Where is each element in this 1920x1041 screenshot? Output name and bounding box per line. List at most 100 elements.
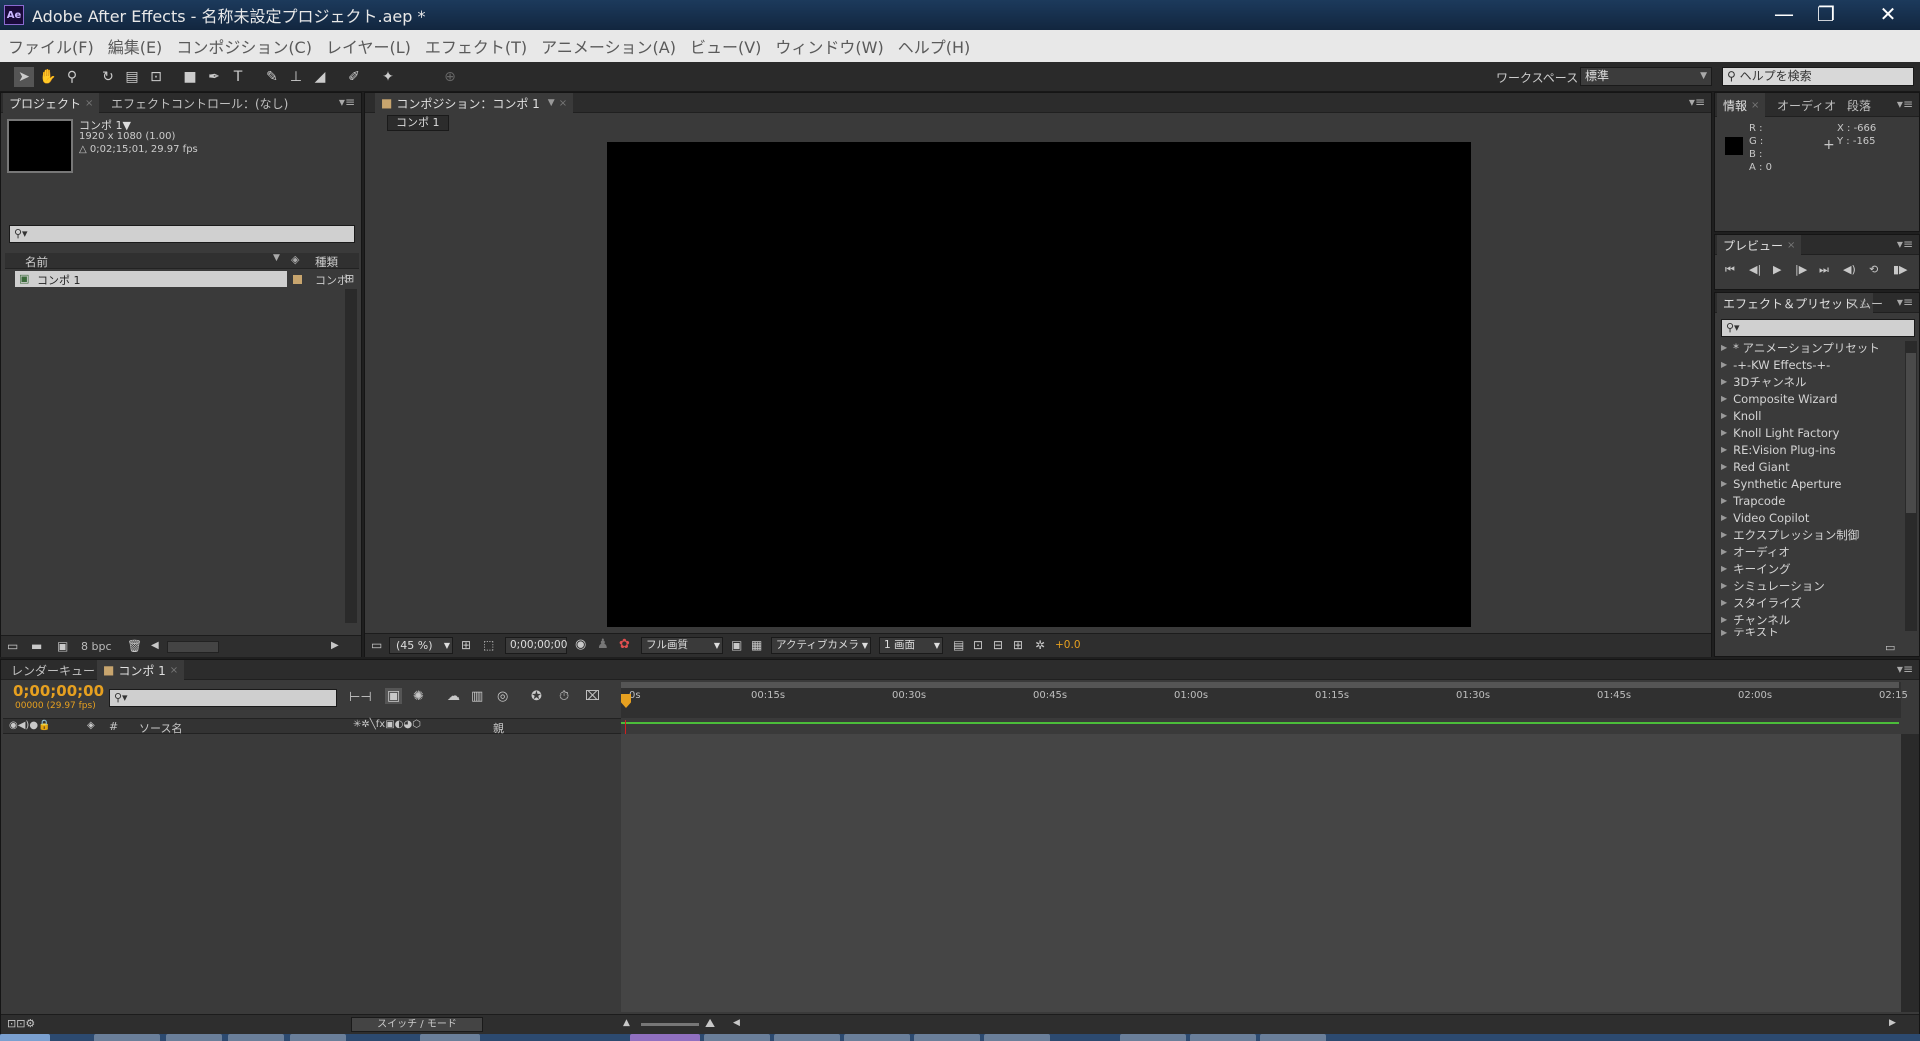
taskbar-app[interactable] [914,1034,980,1041]
expand-triangle-icon[interactable]: ▶ [1721,411,1727,420]
taskbar-app[interactable] [166,1034,222,1041]
eraser-tool-icon[interactable]: ◢ [310,67,330,87]
layer-list-area[interactable] [3,734,621,1012]
taskbar-app[interactable] [228,1034,284,1041]
new-composition-icon[interactable]: ▣ [57,639,68,653]
list-item[interactable]: ▶ チャンネル [1721,611,1790,628]
timeline-track-area[interactable] [621,734,1901,1012]
expand-triangle-icon[interactable]: ▶ [1721,445,1727,454]
list-item[interactable]: ▶ Synthetic Aperture [1721,475,1841,492]
taskbar-app[interactable] [704,1034,770,1041]
list-item[interactable]: ▶ RE:Vision Plug-ins [1721,441,1836,458]
resolution-select[interactable]: フル画質 ▼ [641,637,723,654]
column-type[interactable]: 種類 [315,254,338,270]
list-item[interactable]: ▶ Knoll Light Factory [1721,424,1839,441]
pan-behind-tool-icon[interactable]: ⊡ [146,67,166,87]
next-frame-icon[interactable]: |▶ [1795,263,1807,276]
ram-preview-icon[interactable]: ▮▶ [1893,263,1908,276]
list-item[interactable]: ▶ Trapcode [1721,492,1785,509]
list-item[interactable]: ▶ 3Dチャンネル [1721,373,1806,390]
taskbar-app[interactable] [844,1034,910,1041]
menu-file[interactable]: ファイル(F) [8,34,94,58]
expand-triangle-icon[interactable]: ▶ [1721,598,1727,607]
show-snapshot-icon[interactable]: ♟ [597,637,609,652]
transparency-grid-icon[interactable]: ▦ [751,638,762,652]
first-frame-icon[interactable]: ⏮ [1725,263,1735,277]
motion-blur-icon[interactable]: ◎ [497,689,508,704]
effects-search-input[interactable]: ⚲▾ [1721,319,1915,337]
rectangle-tool-icon[interactable]: ■ [180,67,200,87]
menu-view[interactable]: ビュー(V) [690,34,761,58]
close-icon[interactable]: × [85,98,93,109]
grid-toggle-icon[interactable]: ⊞ [461,638,471,652]
hand-tool-icon[interactable]: ✋ [38,67,58,87]
tab-info[interactable]: 情報 × [1717,93,1766,117]
expand-triangle-icon[interactable]: ▶ [1721,377,1727,386]
menu-help[interactable]: ヘルプ(H) [898,34,971,58]
panel-menu-icon[interactable]: ▾≡ [1897,295,1913,309]
expand-triangle-icon[interactable]: ▶ [1721,343,1727,352]
expand-triangle-icon[interactable]: ▶ [1721,513,1727,522]
frame-blending-icon[interactable]: ▥ [471,689,483,704]
list-item[interactable]: ▶ オーディオ [1721,543,1790,560]
zoom-select[interactable]: (45 %) ▼ [389,637,453,654]
switch-mode-toggle[interactable]: スイッチ / モード [351,1017,483,1032]
panel-menu-icon[interactable]: ▾≡ [1897,237,1913,251]
trash-icon[interactable]: 🗑 [127,639,142,653]
camera-tool-icon[interactable]: ▤ [122,67,142,87]
tab-smoother[interactable]: スムー [1841,293,1889,313]
tab-project[interactable]: プロジェクト × [3,93,100,113]
menu-edit[interactable]: 編集(E) [108,34,163,58]
panel-menu-icon[interactable]: ▾≡ [1897,662,1913,676]
new-folder-icon[interactable]: ▭ [1885,641,1895,654]
color-channels-icon[interactable]: ✿ [619,637,630,652]
taskbar-app[interactable] [290,1034,346,1041]
bpc-toggle[interactable]: 8 bpc [81,640,112,653]
panel-menu-icon[interactable]: ▾≡ [339,95,355,109]
timeline-current-time[interactable]: 0;00;00;00 [13,682,104,700]
list-item[interactable]: ▶ シミュレーション [1721,577,1825,594]
type-tool-icon[interactable]: T [228,67,248,87]
toggle-pixel-aspect-icon[interactable]: ▤ [953,638,964,652]
always-preview-icon[interactable]: ▭ [371,638,382,652]
zoom-tool-icon[interactable]: ⚲ [62,67,82,87]
layer-switches-toggle-icon[interactable]: ⊡⊡⚙ [7,1017,35,1030]
taskbar-app[interactable] [420,1034,480,1041]
chevron-down-icon[interactable]: ▼ [548,98,555,108]
taskbar-app[interactable] [1260,1034,1326,1041]
close-icon[interactable]: × [559,98,567,109]
pen-tool-icon[interactable]: ✒ [204,67,224,87]
effects-scrollbar[interactable] [1905,341,1917,631]
panel-menu-icon[interactable]: ▾≡ [1897,97,1913,111]
project-search-input[interactable]: ⚲▾ [9,225,355,243]
zoom-in-icon[interactable]: ⛰ [705,1016,715,1031]
close-icon[interactable]: × [1787,240,1795,251]
auto-keyframe-icon[interactable]: ⏱ [559,689,569,704]
menu-animation[interactable]: アニメーション(A) [541,34,676,58]
list-item[interactable]: ▶ * アニメーションプリセット [1721,339,1880,356]
tab-composition[interactable]: ■ コンポジション：コンポ 1 ▼ × [375,93,574,113]
help-search-input[interactable]: ⚲ ヘルプを検索 [1722,67,1914,86]
timeline-scrollbar[interactable] [1901,734,1919,1012]
play-icon[interactable]: ▶ [1773,263,1781,276]
list-item[interactable]: ▶ エクスプレッション制御 [1721,526,1859,543]
brainstorm-icon[interactable]: ✪ [531,689,542,704]
label-color-swatch[interactable] [293,275,302,284]
clone-stamp-tool-icon[interactable]: ⊥ [286,67,306,87]
work-area-bar[interactable] [621,722,1899,724]
menu-effect[interactable]: エフェクト(T) [425,34,527,58]
taskbar-app[interactable] [1190,1034,1256,1041]
comp-navigator-tab[interactable]: コンポ 1 [387,115,449,131]
lock-icon[interactable]: ■ [381,96,392,110]
fast-previews-icon[interactable]: ⊡ [973,638,983,652]
tab-paragraph[interactable]: 段落 [1841,93,1877,117]
list-item[interactable]: ▶ スタイライズ [1721,594,1802,611]
panel-menu-icon[interactable]: ▾≡ [1689,95,1705,109]
taskbar-app[interactable] [630,1034,700,1041]
snapshot-icon[interactable]: ◉ [575,637,586,652]
timeline-search-input[interactable]: ⚲▾ [109,689,337,707]
draft-3d-icon[interactable]: ✺ [413,689,424,704]
exposure-reset-icon[interactable]: ✲ [1035,638,1045,652]
close-icon[interactable]: × [1751,100,1759,111]
list-item[interactable]: ▶ Video Copilot [1721,509,1809,526]
